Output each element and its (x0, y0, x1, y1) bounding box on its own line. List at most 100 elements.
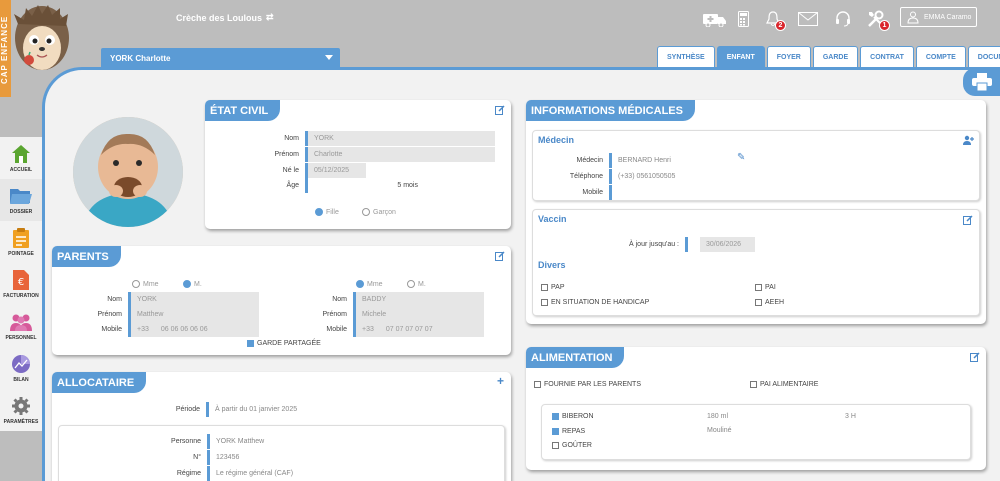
pencil-icon[interactable]: ✎ (737, 152, 745, 163)
nav-bilan[interactable]: BILAN (0, 347, 42, 389)
p1-radio-mme[interactable]: Mme (132, 280, 159, 288)
allocataire-panel: ALLOCATAIRE + Période À partir du 01 jan… (52, 372, 511, 481)
gouter-checkbox[interactable]: GOÛTER (552, 442, 592, 449)
print-button[interactable] (963, 68, 1000, 96)
p1-radio-m[interactable]: M. (183, 280, 202, 288)
nav-pointage[interactable]: POINTAGE (0, 221, 42, 263)
handicap-checkbox[interactable]: EN SITUATION DE HANDICAP (541, 299, 649, 306)
nav-parametres[interactable]: PARAMÈTRES (0, 389, 42, 431)
biberon-checkbox[interactable]: BIBERON (552, 413, 594, 420)
tab-garde[interactable]: GARDE (812, 46, 859, 68)
etat-civil-panel: ÉTAT CIVIL Nom YORK Prénom Charlotte Né … (205, 100, 511, 229)
p1-nom-field[interactable]: YORK (131, 292, 259, 307)
medecin-row: Médecin BERNARD Henri (509, 153, 671, 168)
p1-mobile-row: Mobile +33 06 06 06 06 06 (28, 322, 259, 337)
p1-mobile-field[interactable]: +33 06 06 06 06 06 (131, 322, 259, 337)
p1-mobile-label: Mobile (101, 326, 122, 333)
repas-checkbox[interactable]: REPAS (552, 428, 585, 435)
p1-prenom-field[interactable]: Matthew (131, 307, 259, 322)
gouter-label: GOÛTER (562, 442, 592, 449)
ne-le-field[interactable]: 05/12/2025 (308, 163, 366, 178)
prenom-row: Prénom Charlotte (205, 147, 495, 162)
radio-circle (132, 280, 140, 288)
child-selector[interactable]: YORK Charlotte (101, 48, 340, 68)
handicap-label: EN SITUATION DE HANDICAP (551, 299, 650, 306)
vaccin-card: Vaccin À jour jusqu'au : 30/06/2026 Dive… (532, 209, 980, 316)
tab-synthese[interactable]: SYNTHÈSE (657, 46, 715, 68)
calculator-icon[interactable] (736, 9, 750, 29)
child-photo[interactable] (73, 117, 183, 227)
alimentation-title: ALIMENTATION (526, 347, 625, 368)
numero-row: N° 123456 (107, 450, 239, 465)
pap-checkbox[interactable]: PAP (541, 284, 565, 291)
medical-panel: INFORMATIONS MÉDICALES Médecin Médecin B… (526, 100, 986, 324)
alimentation-panel: ALIMENTATION FOURNIE PAR LES PARENTS PAI… (526, 347, 986, 470)
user-account-button[interactable]: EMMA Caramo (900, 7, 977, 27)
ajour-field[interactable]: 30/06/2026 (700, 237, 755, 252)
p2-radio-m[interactable]: M. (407, 280, 426, 288)
telephone-value: (+33) 0561050505 (618, 173, 676, 180)
pai-alimentaire-checkbox[interactable]: PAI ALIMENTAIRE (750, 381, 818, 388)
nom-row: Nom YORK (205, 131, 495, 146)
nom-label: Nom (284, 135, 299, 142)
allocataire-detail-card: Personne YORK Matthew N° 123456 Régime L… (58, 425, 505, 481)
regime-row: Régime Le régime général (CAF) (107, 466, 293, 481)
pai-label: PAI (765, 284, 776, 291)
checkbox-box (755, 284, 762, 291)
medecin-title: Médecin (538, 135, 575, 145)
add-icon[interactable]: + (497, 374, 504, 388)
p1-nom-label: Nom (107, 296, 122, 303)
nav-parametres-label: PARAMÈTRES (3, 419, 39, 425)
tab-foyer[interactable]: FOYER (766, 46, 811, 68)
ambulance-icon[interactable] (702, 9, 728, 29)
age-row: Âge 5 mois (205, 178, 418, 193)
prenom-field[interactable]: Charlotte (308, 147, 495, 162)
tab-contrat[interactable]: CONTRAT (860, 46, 914, 68)
aeeh-checkbox[interactable]: AEEH (755, 299, 784, 306)
edit-icon[interactable] (963, 215, 973, 225)
garde-partagee-checkbox[interactable]: GARDE PARTAGÉE (247, 340, 321, 347)
headset-icon[interactable] (834, 9, 852, 29)
garde-partagee-label: GARDE PARTAGÉE (257, 340, 321, 347)
checkbox-box (750, 381, 757, 388)
tab-bar: SYNTHÈSE ENFANT FOYER GARDE CONTRAT COMP… (657, 46, 1000, 68)
p1-m-label: M. (194, 280, 202, 288)
tab-compte[interactable]: COMPTE (915, 46, 966, 68)
age-value: 5 mois (397, 182, 418, 189)
periode-label: Période (175, 406, 200, 413)
nav-bilan-label: BILAN (13, 377, 29, 383)
radio-fille[interactable]: Fille (315, 208, 339, 216)
radio-garcon[interactable]: Garçon (362, 208, 396, 216)
nav-dossier[interactable]: DOSSIER (0, 179, 42, 221)
p1-country-code: +33 (137, 326, 149, 333)
checkbox-box (552, 442, 559, 449)
p2-nom-row: Nom BADDY (253, 292, 484, 307)
p2-mobile-row: Mobile +33 07 07 07 07 07 (253, 322, 484, 337)
add-user-icon[interactable] (963, 135, 974, 145)
p2-mobile-field[interactable]: +33 07 07 07 07 07 (356, 322, 484, 337)
creche-switcher[interactable]: Crèche des Loulous ⇄ (176, 12, 274, 23)
personne-value: YORK Matthew (216, 438, 265, 445)
p2-country-code: +33 (362, 326, 374, 333)
tab-enfant[interactable]: ENFANT (716, 46, 765, 68)
fournie-parents-checkbox[interactable]: FOURNIE PAR LES PARENTS (534, 381, 641, 388)
edit-icon[interactable] (970, 352, 980, 362)
edit-icon[interactable] (495, 105, 505, 115)
p2-radio-mme[interactable]: Mme (356, 280, 383, 288)
nom-field[interactable]: YORK (308, 131, 495, 146)
brand-strip: CAP ENFANCE (0, 0, 11, 97)
chart-icon (10, 353, 32, 375)
p2-nom-field[interactable]: BADDY (356, 292, 484, 307)
nav-accueil[interactable]: ACCUEIL (0, 137, 42, 179)
ajour-row: À jour jusqu'au : 30/06/2026 (585, 237, 755, 252)
hedgehog-logo[interactable] (12, 4, 72, 74)
mobile-row: Mobile (509, 185, 612, 200)
p2-prenom-field[interactable]: Michele (356, 307, 484, 322)
medical-title: INFORMATIONS MÉDICALES (526, 100, 695, 121)
edit-icon[interactable] (495, 251, 505, 261)
tab-documents[interactable]: DOCUMENTS (967, 46, 1000, 68)
medecin-label: Médecin (576, 157, 603, 164)
mail-icon[interactable] (797, 9, 819, 29)
checkbox-box (541, 299, 548, 306)
pai-checkbox[interactable]: PAI (755, 284, 776, 291)
